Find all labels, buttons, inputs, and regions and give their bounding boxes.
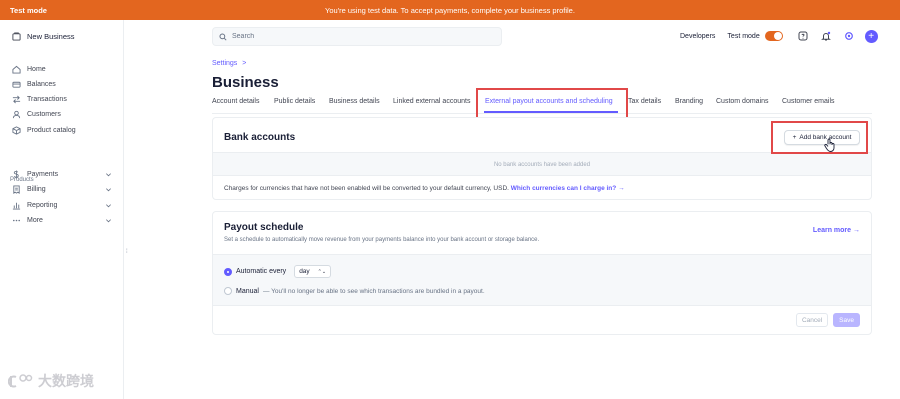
breadcrumb-settings[interactable]: Settings bbox=[212, 60, 237, 67]
tab-linked-external-accounts[interactable]: Linked external accounts bbox=[393, 98, 470, 105]
sidebar-item-label: Payments bbox=[27, 171, 59, 178]
learn-more-label: Learn more bbox=[812, 227, 852, 234]
arrow-right-icon: → bbox=[618, 185, 625, 192]
reporting-icon bbox=[12, 202, 21, 210]
payout-schedule-card: Payout schedule Set a schedule to automa… bbox=[212, 211, 872, 335]
sidebar-item-billing[interactable]: Billing bbox=[12, 185, 112, 194]
product-icon bbox=[12, 126, 21, 135]
currencies-link[interactable]: Which currencies can I charge in? bbox=[511, 185, 616, 192]
payout-interval-value: day bbox=[299, 268, 310, 275]
sidebar-item-reporting[interactable]: Reporting bbox=[12, 201, 112, 210]
top-bar: Developers Test mode + bbox=[124, 20, 900, 54]
sidebar-item-balances[interactable]: Balances bbox=[12, 80, 112, 89]
sidebar-item-more[interactable]: More bbox=[12, 216, 112, 225]
balance-icon bbox=[12, 81, 21, 88]
tab-custom-domains[interactable]: Custom domains bbox=[716, 98, 769, 105]
sidebar-item-label: Product catalog bbox=[27, 127, 76, 134]
test-mode-toggle[interactable] bbox=[764, 31, 783, 41]
notifications-icon[interactable] bbox=[820, 31, 831, 41]
breadcrumb: Settings > bbox=[212, 60, 246, 67]
watermark-logo: 大数跨境 bbox=[8, 371, 94, 391]
page-title: Business bbox=[212, 74, 279, 91]
billing-icon bbox=[13, 185, 20, 194]
sidebar-item-customers[interactable]: Customers bbox=[12, 110, 112, 119]
chevron-down-icon bbox=[106, 173, 111, 177]
automatic-label: Automatic every bbox=[236, 268, 287, 275]
select-chevron-icon: ⌃⌄ bbox=[317, 268, 327, 275]
payout-interval-select[interactable]: day ⌃⌄ bbox=[294, 265, 332, 278]
sidebar-item-label: Reporting bbox=[27, 202, 58, 209]
test-mode-banner: Test mode You're using test data. To acc… bbox=[0, 0, 900, 20]
save-button[interactable]: Save bbox=[833, 313, 860, 327]
learn-more-link[interactable]: Learn more → bbox=[813, 227, 860, 234]
bank-accounts-title: Bank accounts bbox=[224, 132, 296, 143]
sidebar-item-product-catalog[interactable]: Product catalog bbox=[12, 126, 112, 135]
transactions-icon bbox=[12, 95, 21, 104]
chevron-down-icon bbox=[106, 219, 111, 223]
tab-public-details[interactable]: Public details bbox=[274, 98, 315, 105]
highlight-box-tab bbox=[476, 88, 628, 119]
automatic-radio[interactable] bbox=[224, 267, 232, 276]
top-actions: Developers Test mode + bbox=[680, 28, 878, 44]
tab-account-details[interactable]: Account details bbox=[212, 98, 259, 105]
sidebar-item-label: Home bbox=[27, 66, 46, 73]
payout-actions: Cancel Save bbox=[795, 313, 860, 327]
home-icon bbox=[12, 65, 21, 74]
customers-icon bbox=[12, 110, 21, 119]
manual-label: Manual bbox=[236, 287, 259, 295]
sidebar-item-label: Balances bbox=[27, 81, 56, 88]
payout-schedule-description: Set a schedule to automatically move rev… bbox=[224, 237, 540, 243]
tab-business-details[interactable]: Business details bbox=[329, 98, 380, 105]
currency-note: Charges for currencies that have not bee… bbox=[224, 185, 625, 192]
currency-note-text: Charges for currencies that have not bee… bbox=[224, 185, 509, 192]
chevron-down-icon bbox=[106, 204, 111, 208]
search-input[interactable] bbox=[232, 33, 482, 40]
cancel-button[interactable]: Cancel bbox=[795, 313, 829, 327]
developers-link[interactable]: Developers bbox=[680, 33, 715, 40]
watermark-icon bbox=[8, 374, 33, 388]
tab-branding[interactable]: Branding bbox=[675, 98, 703, 105]
search-icon bbox=[219, 32, 227, 41]
watermark-text: 大数跨境 bbox=[38, 373, 94, 389]
payout-schedule-title: Payout schedule bbox=[224, 222, 304, 233]
chevron-down-icon bbox=[106, 188, 111, 192]
sidebar-item-home[interactable]: Home bbox=[12, 65, 112, 74]
account-switcher[interactable]: New Business bbox=[12, 32, 75, 41]
sidebar: New Business Home Balances Transactions … bbox=[0, 20, 124, 399]
account-name: New Business bbox=[27, 32, 75, 41]
automatic-option[interactable]: Automatic every day ⌃⌄ bbox=[224, 265, 332, 278]
payout-options: Automatic every day ⌃⌄ Manual — You'll n… bbox=[213, 254, 871, 306]
search-box[interactable] bbox=[212, 27, 502, 46]
payments-icon bbox=[13, 170, 19, 179]
sidebar-item-payments[interactable]: Payments bbox=[12, 170, 112, 179]
more-icon bbox=[12, 219, 21, 222]
bank-accounts-empty-state: No bank accounts have been added bbox=[213, 152, 871, 176]
sidebar-resize-handle[interactable]: ⁞ bbox=[126, 249, 128, 255]
sidebar-item-label: Transactions bbox=[27, 96, 67, 103]
highlight-box-add-button bbox=[771, 121, 868, 154]
sidebar-item-label: More bbox=[27, 217, 43, 224]
manual-option[interactable]: Manual — You'll no longer be able to see… bbox=[224, 287, 485, 295]
sidebar-item-transactions[interactable]: Transactions bbox=[12, 95, 112, 104]
settings-icon[interactable] bbox=[844, 31, 854, 41]
manual-radio[interactable] bbox=[224, 287, 232, 295]
tab-tax-details[interactable]: Tax details bbox=[628, 98, 661, 105]
arrow-right-icon: → bbox=[853, 227, 860, 234]
manual-note: — You'll no longer be able to see which … bbox=[262, 287, 485, 295]
sidebar-item-label: Customers bbox=[27, 111, 61, 118]
breadcrumb-separator: > bbox=[242, 60, 247, 67]
sidebar-item-label: Billing bbox=[27, 186, 46, 193]
help-icon[interactable] bbox=[798, 31, 808, 41]
create-new-button[interactable]: + bbox=[864, 29, 878, 43]
test-mode-toggle-label: Test mode bbox=[727, 32, 760, 40]
test-mode-message[interactable]: You're using test data. To accept paymen… bbox=[0, 6, 900, 15]
account-icon bbox=[12, 32, 21, 41]
hand-cursor-icon bbox=[824, 138, 835, 152]
tab-customer-emails[interactable]: Customer emails bbox=[782, 98, 835, 105]
